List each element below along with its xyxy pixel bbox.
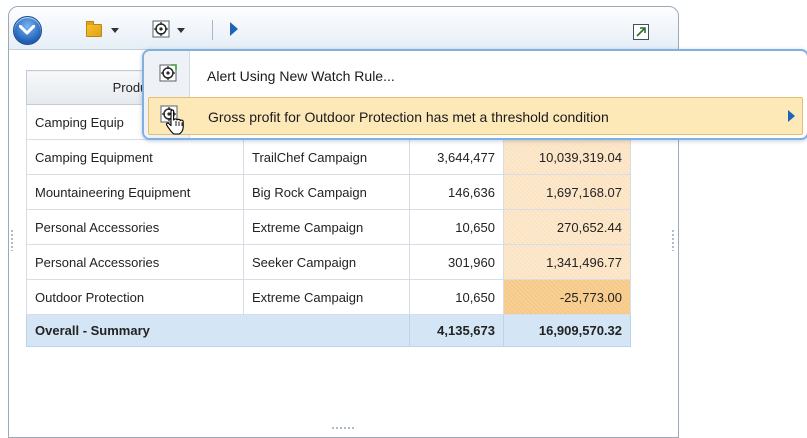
product-cell: Outdoor Protection [26,279,244,315]
watch-rule-context-menu: Alert Using New Watch Rule... Gross prof… [142,49,807,140]
quantity-cell: 10,650 [409,279,504,315]
hand-cursor-icon [165,109,184,135]
quantity-cell: 10,650 [409,209,504,245]
table-row[interactable]: Outdoor Protection Extreme Campaign 10,6… [26,279,631,315]
table-row[interactable]: Personal Accessories Seeker Campaign 301… [26,244,631,280]
menu-item-label: Alert Using New Watch Rule... [207,68,395,84]
resize-grip-right[interactable] [671,229,675,251]
summary-gross-profit: 16,909,570.32 [503,314,631,347]
quantity-cell: 3,644,477 [409,139,504,175]
menu-item-label: Gross profit for Outdoor Protection has … [208,109,609,125]
submenu-arrow-icon [788,110,795,122]
resize-grip-left[interactable] [10,229,14,251]
product-cell: Personal Accessories [26,244,244,280]
watch-rule-icon [159,64,177,82]
gross-profit-cell: 270,652.44 [503,209,631,245]
watch-dropdown-caret-icon[interactable] [177,28,185,33]
product-cell: Personal Accessories [26,209,244,245]
play-icon[interactable] [230,22,238,36]
quantity-cell: 301,960 [409,244,504,280]
summary-quantity: 4,135,673 [409,314,504,347]
table-row[interactable]: Mountaineering Equipment Big Rock Campai… [26,174,631,210]
campaign-cell: Extreme Campaign [243,209,410,245]
chevron-down-icon [19,25,35,35]
quantity-cell: 146,636 [409,174,504,210]
menu-item-alert-new-watch-rule[interactable]: Alert Using New Watch Rule... [148,57,803,93]
summary-label: Overall - Summary [26,314,410,347]
table-row[interactable]: Camping Equipment TrailChef Campaign 3,6… [26,139,631,175]
campaign-cell: TrailChef Campaign [243,139,410,175]
restore-window-icon[interactable] [633,24,649,40]
widget-toolbar [9,7,678,50]
table-row[interactable]: Personal Accessories Extreme Campaign 10… [26,209,631,245]
campaign-cell: Seeker Campaign [243,244,410,280]
product-cell: Mountaineering Equipment [26,174,244,210]
gross-profit-cell: 1,341,496.77 [503,244,631,280]
folder-icon[interactable] [86,21,102,37]
campaign-cell: Big Rock Campaign [243,174,410,210]
folder-dropdown-caret-icon[interactable] [111,28,119,33]
gross-profit-cell: 10,039,319.04 [503,139,631,175]
product-cell: Camping Equipment [26,139,244,175]
gross-profit-cell: 1,697,168.07 [503,174,631,210]
watch-rule-icon[interactable] [152,20,170,38]
gross-profit-cell-threshold[interactable]: -25,773.00 [503,279,631,315]
toolbar-divider [212,20,213,40]
widget-menu-button[interactable] [13,16,42,45]
campaign-cell: Extreme Campaign [243,279,410,315]
summary-row: Overall - Summary 4,135,673 16,909,570.3… [26,314,631,347]
menu-item-gross-profit-threshold[interactable]: Gross profit for Outdoor Protection has … [148,97,803,135]
